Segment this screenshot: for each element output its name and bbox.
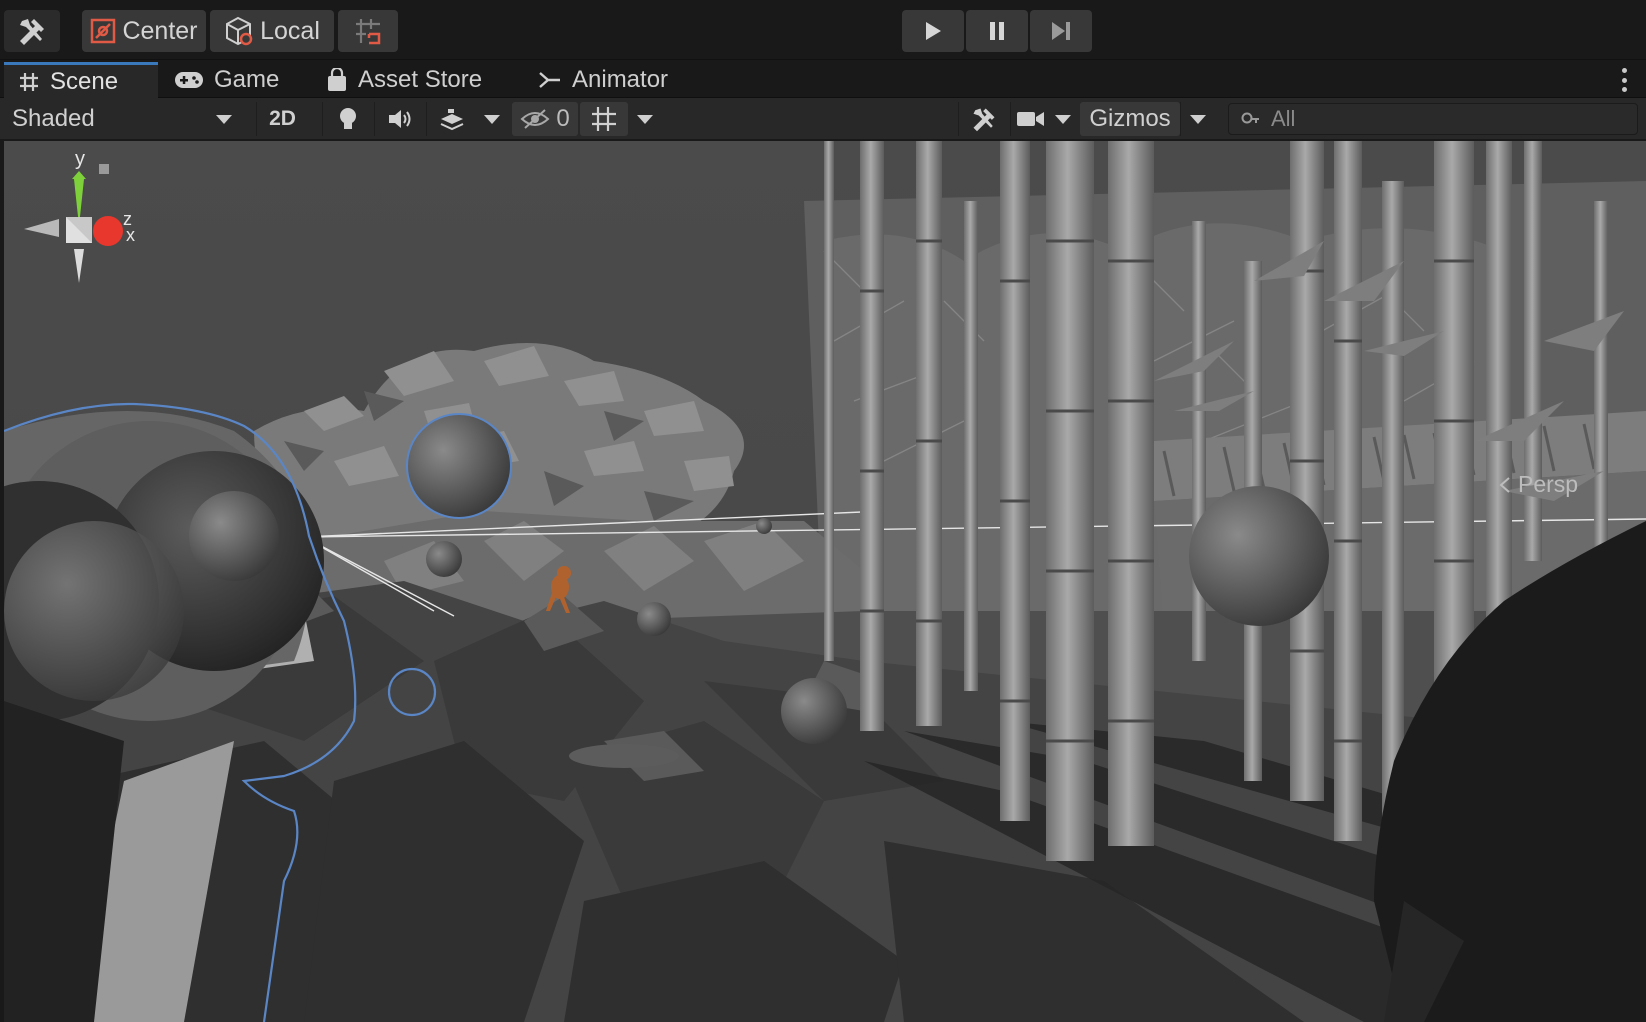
- scene-render: [4, 141, 1646, 1022]
- lightbulb-icon: [339, 108, 356, 129]
- hidden-objects-toggle[interactable]: 0: [512, 102, 578, 136]
- play-icon: [926, 22, 941, 40]
- gizmo-y-label: y: [75, 148, 85, 170]
- grid-dropdown[interactable]: [628, 102, 662, 136]
- tab-game-label: Game: [214, 66, 280, 93]
- projection-toggle[interactable]: Persp: [1496, 471, 1578, 498]
- toggle-2d-button[interactable]: 2D: [256, 102, 308, 136]
- pivot-local-label: Local: [260, 16, 320, 45]
- pause-icon: [990, 22, 1004, 40]
- step-icon: [1052, 22, 1070, 40]
- gamepad-icon: [175, 72, 203, 88]
- chevron-down-icon: [637, 114, 653, 124]
- pivot-center-button[interactable]: Center: [82, 10, 206, 52]
- pause-button[interactable]: [966, 10, 1028, 52]
- gizmo-neg-x-cone[interactable]: [24, 219, 59, 237]
- scene-tools-button[interactable]: [958, 102, 1008, 136]
- scene-hash-icon: [20, 72, 38, 91]
- local-cube-icon: [226, 16, 253, 46]
- hidden-count: 0: [556, 105, 570, 132]
- chevron-down-icon: [216, 114, 232, 124]
- tools-icon: [973, 108, 994, 132]
- lighting-toggle[interactable]: [322, 102, 372, 136]
- effects-toggle[interactable]: [426, 102, 476, 136]
- chevron-down-icon: [1055, 114, 1072, 124]
- speaker-icon: [388, 110, 410, 128]
- gizmos-dropdown[interactable]: [1180, 102, 1214, 136]
- tab-scene[interactable]: Scene: [4, 62, 158, 98]
- gizmo-x-axis-ball[interactable]: [93, 216, 123, 246]
- pivot-center-label: Center: [122, 16, 198, 45]
- chevron-left-icon: [1499, 476, 1510, 493]
- tab-animator[interactable]: Animator: [524, 62, 682, 98]
- effects-dropdown[interactable]: [476, 102, 508, 136]
- pivot-local-button[interactable]: Local: [210, 10, 334, 52]
- tools-button[interactable]: [4, 10, 60, 52]
- layers-effects-icon: [440, 109, 463, 131]
- gizmos-label: Gizmos: [1089, 105, 1171, 132]
- tab-scene-label: Scene: [50, 67, 119, 95]
- play-button[interactable]: [902, 10, 964, 52]
- tools-icon: [20, 19, 44, 45]
- grid-snap-icon: [356, 19, 381, 45]
- shopping-bag-icon: [328, 68, 346, 91]
- search-input[interactable]: [1271, 106, 1631, 132]
- animator-icon: [539, 72, 560, 88]
- eye-hidden-icon: [520, 109, 550, 129]
- draw-mode-dropdown[interactable]: Shaded: [4, 102, 242, 136]
- gizmos-toggle[interactable]: Gizmos: [1080, 102, 1180, 136]
- step-button[interactable]: [1030, 10, 1092, 52]
- scene-viewport[interactable]: y z x Persp: [4, 141, 1646, 1022]
- toggle-2d-label: 2D: [269, 107, 296, 130]
- projection-label: Persp: [1518, 471, 1579, 497]
- chevron-down-icon: [1189, 114, 1206, 124]
- more-options-icon[interactable]: [1620, 68, 1628, 92]
- gizmo-x-label: x: [126, 225, 135, 245]
- grid-icon: [592, 107, 616, 131]
- camera-icon: [1016, 112, 1044, 126]
- main-toolbar: Center Local: [0, 0, 1646, 60]
- tab-asset-store-label: Asset Store: [358, 66, 483, 93]
- editor-tab-bar: Scene Game Asset Store Animator: [0, 60, 1646, 98]
- tab-animator-label: Animator: [572, 66, 669, 93]
- scene-search-field[interactable]: [1228, 103, 1638, 135]
- audio-toggle[interactable]: [374, 102, 424, 136]
- camera-settings-dropdown[interactable]: [1010, 102, 1076, 136]
- gizmo-neg-y-cone[interactable]: [74, 249, 84, 283]
- grid-toggle[interactable]: [580, 102, 628, 136]
- grid-snap-button[interactable]: [338, 10, 398, 52]
- tab-game[interactable]: Game: [160, 62, 293, 98]
- chevron-down-icon: [484, 114, 500, 124]
- tab-asset-store[interactable]: Asset Store: [312, 62, 496, 98]
- pivot-center-icon: [91, 18, 116, 44]
- draw-mode-value: Shaded: [12, 105, 95, 132]
- gizmo-lock-icon[interactable]: [99, 164, 109, 174]
- search-icon: [1241, 112, 1259, 124]
- scene-orientation-gizmo[interactable]: y z x: [4, 141, 154, 341]
